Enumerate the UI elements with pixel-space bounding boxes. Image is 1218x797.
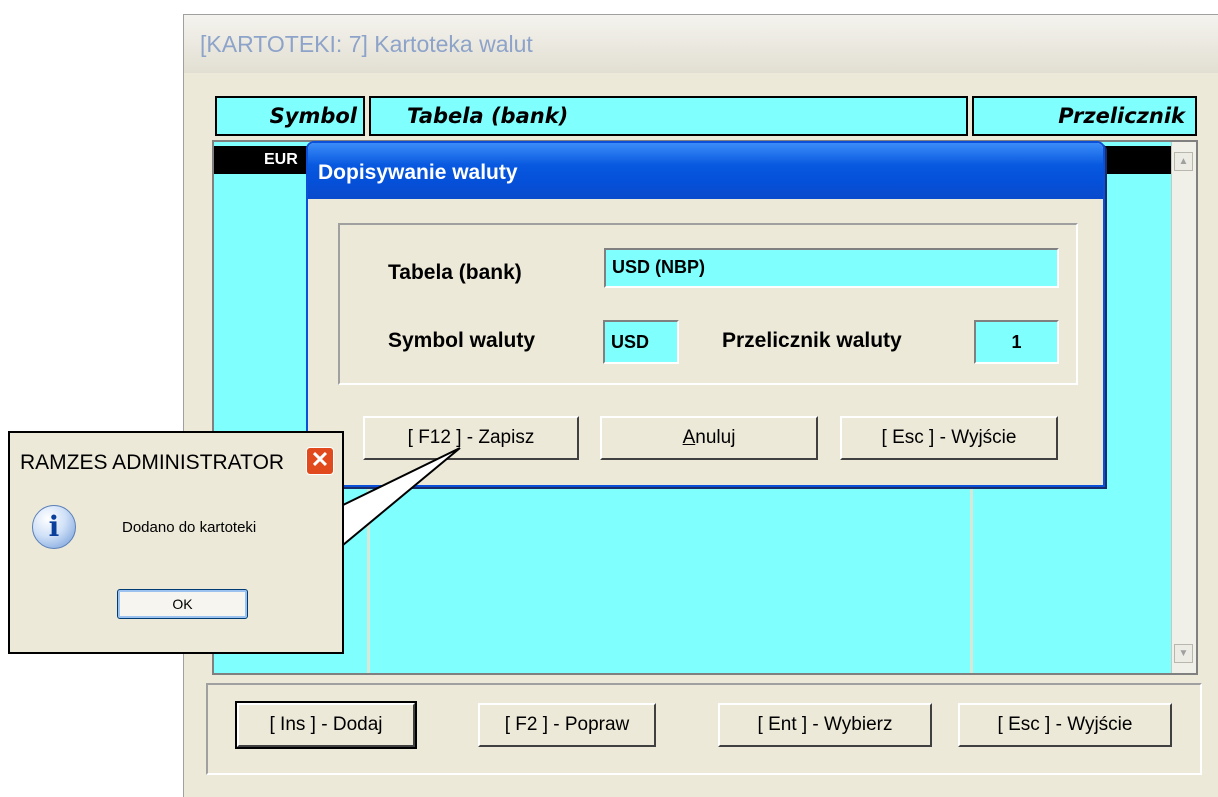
- info-icon: i: [32, 505, 76, 549]
- ok-button[interactable]: OK: [117, 589, 248, 619]
- close-icon[interactable]: ✕: [306, 447, 334, 475]
- message-box-titlebar[interactable]: RAMZES ADMINISTRATOR ✕: [10, 433, 342, 493]
- message-text: Dodano do kartoteki: [122, 519, 257, 536]
- callout-arrow: [342, 447, 461, 548]
- callout-pointer: [342, 447, 461, 548]
- message-box-title: RAMZES ADMINISTRATOR: [20, 451, 285, 474]
- message-box: RAMZES ADMINISTRATOR ✕ i Dodano do karto…: [8, 431, 344, 654]
